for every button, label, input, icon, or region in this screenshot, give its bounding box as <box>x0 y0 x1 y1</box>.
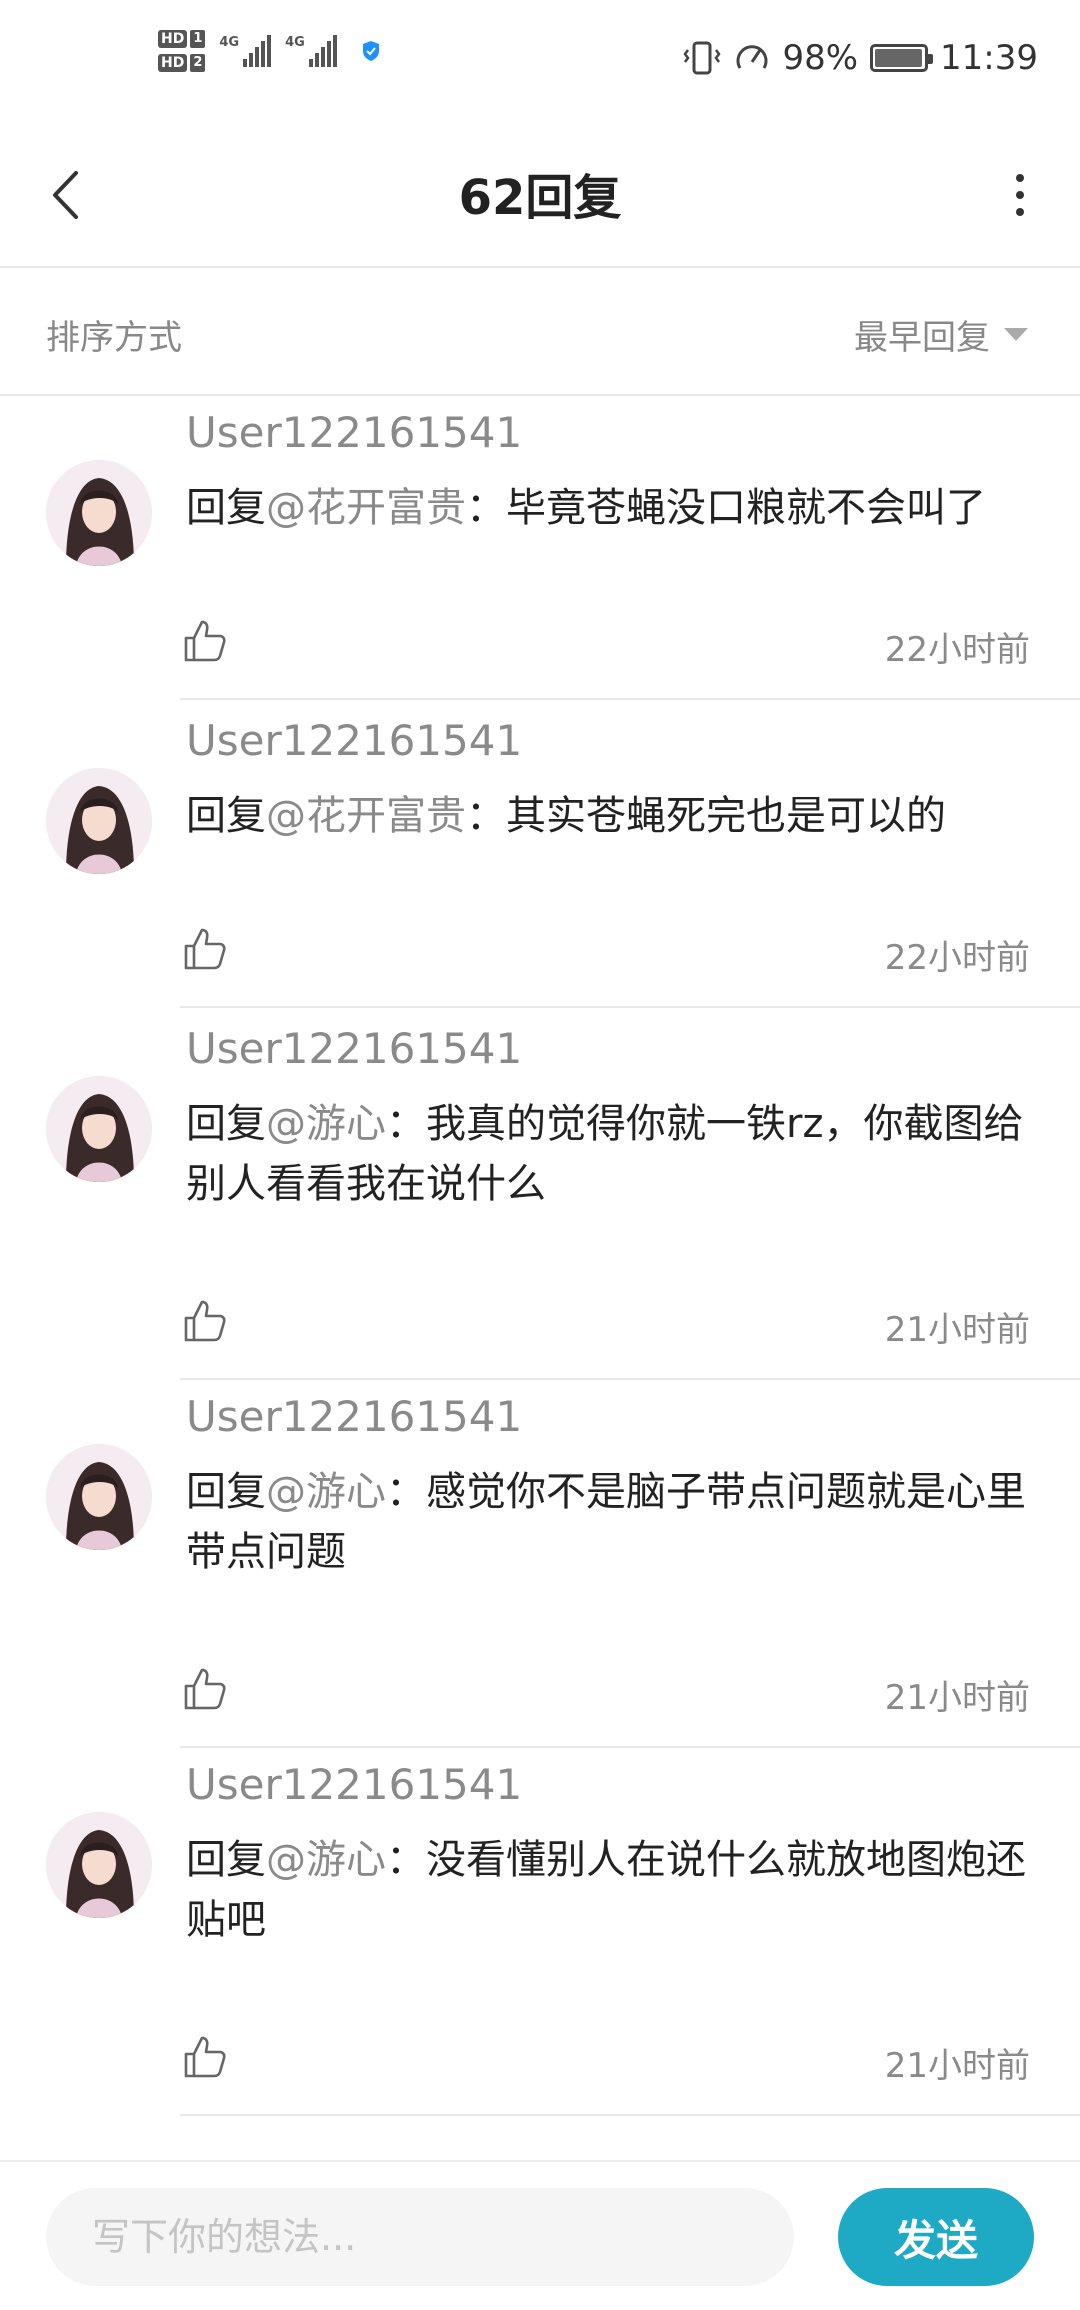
speedometer-icon <box>737 45 768 69</box>
reply-prefix: 回复 <box>186 793 266 839</box>
avatar-image <box>46 1812 152 1918</box>
sort-dropdown[interactable]: 最早回复 <box>854 310 1028 359</box>
sort-label: 排序方式 <box>46 318 182 358</box>
clock: 11:39 <box>940 38 1038 78</box>
comment-username[interactable]: User122161541 <box>186 1024 522 1073</box>
comment-username[interactable]: User122161541 <box>186 408 522 457</box>
signal-1-icon: 4G <box>219 35 272 67</box>
avatar-image <box>46 1076 152 1182</box>
comment-text: 回复@游心：没看懂别人在说什么就放地图炮还贴吧 <box>186 1830 1036 1950</box>
reply-prefix: 回复 <box>186 1101 266 1147</box>
divider <box>180 698 1080 700</box>
comment-body: ：毕竟苍蝇没口粮就不会叫了 <box>466 485 986 531</box>
reply-prefix: 回复 <box>186 1837 266 1883</box>
avatar[interactable] <box>46 768 152 874</box>
thumbs-up-icon[interactable] <box>182 618 228 664</box>
network-2-label: 4G <box>285 35 305 50</box>
sim1-num: 1 <box>190 30 206 48</box>
status-right: 98% 11:39 <box>682 38 1038 78</box>
header: 62回复 <box>0 120 1080 268</box>
comment-input[interactable] <box>46 2188 794 2286</box>
more-dot <box>1016 208 1024 216</box>
comment-time: 22小时前 <box>884 630 1030 670</box>
reply-prefix: 回复 <box>186 485 266 531</box>
thumbs-up-icon[interactable] <box>182 1298 228 1344</box>
mention-link[interactable]: @花开富贵 <box>266 793 466 839</box>
caret-down-icon <box>1004 328 1028 341</box>
battery-icon <box>870 44 934 72</box>
avatar-image <box>46 460 152 566</box>
battery-percent: 98% <box>782 38 859 78</box>
more-dot <box>1016 191 1024 199</box>
divider <box>180 2114 1080 2116</box>
more-dot <box>1016 174 1024 182</box>
sim1-indicator: HD 1 <box>158 30 206 48</box>
comment-text: 回复@游心：我真的觉得你就一铁rz，你截图给别人看看我在说什么 <box>186 1094 1036 1214</box>
mention-link[interactable]: @游心 <box>266 1101 386 1147</box>
signal-2-icon: 4G <box>285 35 337 67</box>
comment-time: 21小时前 <box>884 1310 1030 1350</box>
thumbs-up-icon[interactable] <box>182 926 228 972</box>
mention-link[interactable]: @游心 <box>266 1837 386 1883</box>
avatar-image <box>46 1444 152 1550</box>
comment-username[interactable]: User122161541 <box>186 1392 522 1441</box>
comment-time: 21小时前 <box>884 1678 1030 1718</box>
divider <box>180 1746 1080 1748</box>
sim2-indicator: HD 2 <box>158 54 206 72</box>
comment-text: 回复@花开富贵：其实苍蝇死完也是可以的 <box>186 786 1036 846</box>
comment-text: 回复@花开富贵：毕竟苍蝇没口粮就不会叫了 <box>186 478 1036 538</box>
sort-bar: 排序方式 最早回复 <box>0 268 1080 396</box>
status-left: HD 1 HD 2 4G 4G <box>158 30 381 72</box>
divider <box>180 1378 1080 1380</box>
shield-icon <box>362 41 379 61</box>
comment-time: 22小时前 <box>884 938 1030 978</box>
vibrate-icon <box>683 41 721 75</box>
comment-username[interactable]: User122161541 <box>186 1760 522 1809</box>
send-button[interactable]: 发送 <box>838 2188 1034 2286</box>
sim1-hd: HD <box>158 30 188 48</box>
mention-link[interactable]: @花开富贵 <box>266 485 466 531</box>
sim2-num: 2 <box>190 54 206 72</box>
sim2-hd: HD <box>158 54 188 72</box>
network-1-label: 4G <box>219 35 240 50</box>
comment-username[interactable]: User122161541 <box>186 716 522 765</box>
sort-selected-value: 最早回复 <box>854 318 990 358</box>
comment-composer: 发送 <box>0 2160 1080 2310</box>
comment-body: ：其实苍蝇死完也是可以的 <box>466 793 946 839</box>
divider <box>180 1006 1080 1008</box>
sim-indicators: HD 1 HD 2 <box>158 30 206 72</box>
status-bar: HD 1 HD 2 4G 4G 98% 11:39 <box>0 0 1080 120</box>
avatar-image <box>46 768 152 874</box>
thumbs-up-icon[interactable] <box>182 1666 228 1712</box>
avatar[interactable] <box>46 460 152 566</box>
comment-text: 回复@游心：感觉你不是脑子带点问题就是心里带点问题 <box>186 1462 1036 1582</box>
thumbs-up-icon[interactable] <box>182 2034 228 2080</box>
reply-prefix: 回复 <box>186 1469 266 1515</box>
avatar[interactable] <box>46 1812 152 1918</box>
avatar[interactable] <box>46 1444 152 1550</box>
more-options-button[interactable] <box>1000 160 1040 230</box>
comment-time: 21小时前 <box>884 2046 1030 2086</box>
page-title: 62回复 <box>458 170 622 226</box>
avatar[interactable] <box>46 1076 152 1182</box>
mention-link[interactable]: @游心 <box>266 1469 386 1515</box>
